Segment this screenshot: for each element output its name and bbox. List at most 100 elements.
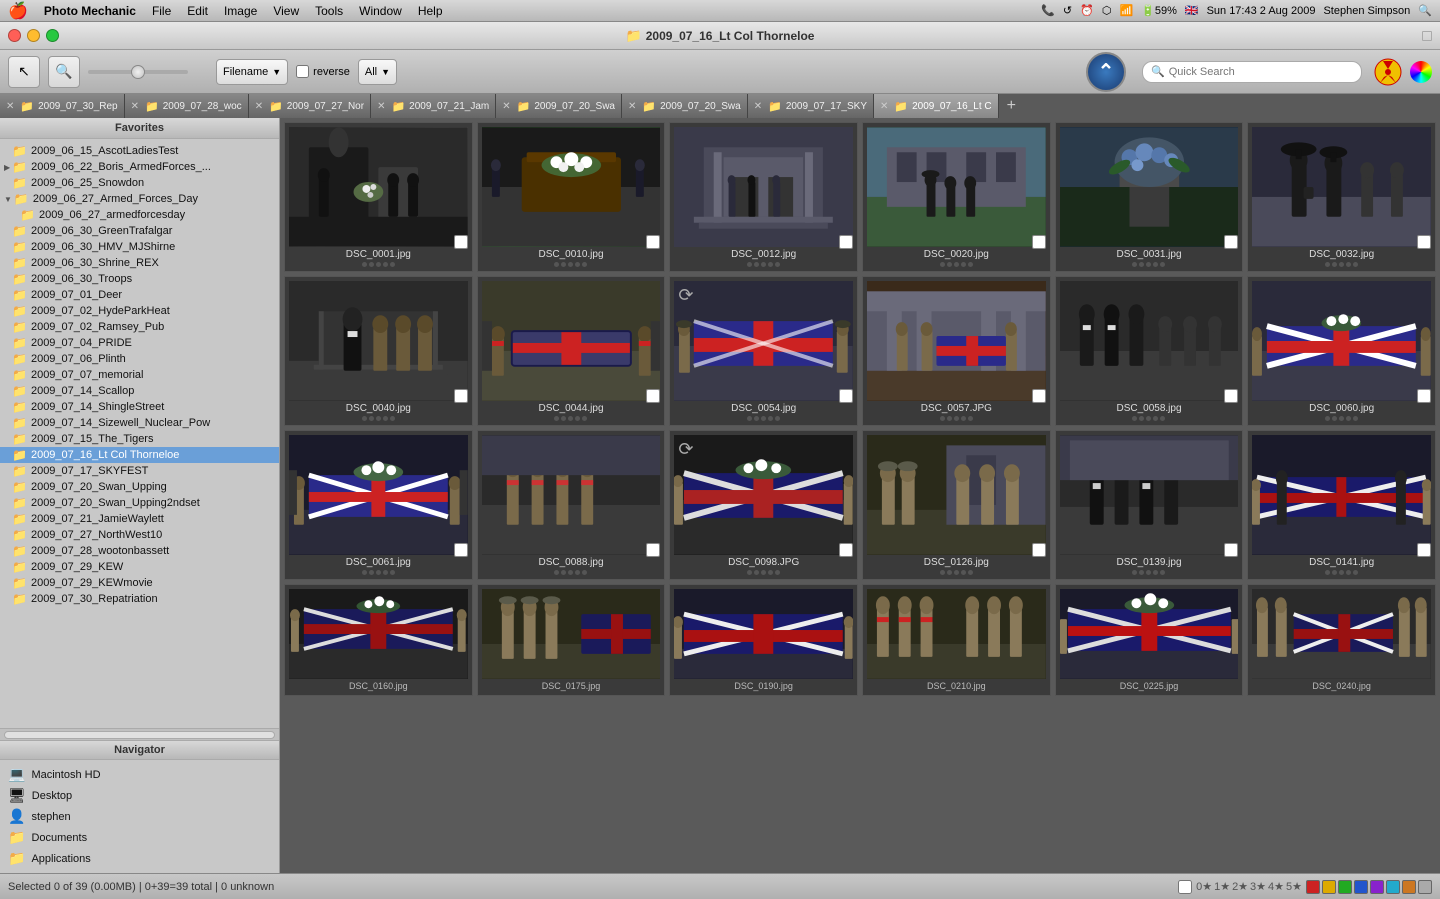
- tab-close-1[interactable]: ✕: [6, 101, 14, 112]
- photo-cell-21[interactable]: DSC_0210.jpg: [862, 584, 1051, 696]
- sidebar-item-25[interactable]: 📁 2009_07_28_wootonbassett: [0, 543, 279, 559]
- add-tab-button[interactable]: +: [999, 94, 1024, 118]
- photo-checkbox-7[interactable]: [646, 389, 660, 403]
- photo-checkbox-17[interactable]: [1417, 543, 1431, 557]
- photo-checkbox-14[interactable]: [839, 543, 853, 557]
- photo-cell-16[interactable]: DSC_0139.jpg: [1055, 430, 1244, 580]
- help-menu[interactable]: Help: [418, 4, 443, 18]
- photo-cell-1[interactable]: DSC_0010.jpg: [477, 122, 666, 272]
- swatch-orange[interactable]: [1402, 880, 1416, 894]
- photo-cell-14[interactable]: ⟳ DSC_0098.JPG: [669, 430, 858, 580]
- photo-checkbox-15[interactable]: [1032, 543, 1046, 557]
- photo-checkbox-0[interactable]: [454, 235, 468, 249]
- sidebar-item-22[interactable]: 📁 2009_07_20_Swan_Upping2ndset: [0, 495, 279, 511]
- magnify-tool-button[interactable]: 🔍: [48, 56, 80, 88]
- photo-content[interactable]: DSC_0001.jpg: [280, 118, 1440, 873]
- photo-cell-13[interactable]: DSC_0088.jpg: [477, 430, 666, 580]
- photo-cell-10[interactable]: DSC_0058.jpg: [1055, 276, 1244, 426]
- sidebar-item-12[interactable]: 📁 2009_07_04_PRIDE: [0, 335, 279, 351]
- sidebar-item-27[interactable]: 📁 2009_07_29_KEWmovie: [0, 575, 279, 591]
- nav-stephen[interactable]: 👤 stephen: [0, 806, 279, 827]
- sidebar-item-21[interactable]: 📁 2009_07_20_Swan_Upping: [0, 479, 279, 495]
- photo-cell-2[interactable]: DSC_0012.jpg: [669, 122, 858, 272]
- sidebar-item-15[interactable]: 📁 2009_07_14_Scallop: [0, 383, 279, 399]
- tab-2009-07-21[interactable]: ✕ 📁 2009_07_21_Jam: [371, 94, 496, 118]
- sidebar-item-23[interactable]: 📁 2009_07_21_JamieWaylett: [0, 511, 279, 527]
- star-0[interactable]: 0★: [1196, 880, 1212, 893]
- sidebar-item-14[interactable]: 📁 2009_07_07_memorial: [0, 367, 279, 383]
- tab-2009-07-27[interactable]: ✕ 📁 2009_07_27_Nor: [249, 94, 371, 118]
- star-5[interactable]: 5★: [1286, 880, 1302, 893]
- tab-close-4[interactable]: ✕: [377, 101, 385, 112]
- photo-cell-7[interactable]: DSC_0044.jpg: [477, 276, 666, 426]
- sidebar-item-6[interactable]: 📁 2009_06_30_HMV_MJShirne: [0, 239, 279, 255]
- star-1[interactable]: 1★: [1214, 880, 1230, 893]
- swatch-purple[interactable]: [1370, 880, 1384, 894]
- sidebar-item-18[interactable]: 📁 2009_07_15_The_Tigers: [0, 431, 279, 447]
- photo-cell-19[interactable]: DSC_0175.jpg: [477, 584, 666, 696]
- swatch-cyan[interactable]: [1386, 880, 1400, 894]
- image-menu[interactable]: Image: [224, 4, 257, 18]
- sidebar-tree[interactable]: 📁 2009_06_15_AscotLadiesTest ▶ 📁 2009_06…: [0, 139, 279, 728]
- photo-cell-12[interactable]: DSC_0061.jpg: [284, 430, 473, 580]
- sidebar-item-24[interactable]: 📁 2009_07_27_NorthWest10: [0, 527, 279, 543]
- sidebar-item-4[interactable]: 📁 2009_06_27_armedforcesday: [0, 207, 279, 223]
- photo-checkbox-9[interactable]: [1032, 389, 1046, 403]
- photo-cell-15[interactable]: DSC_0126.jpg: [862, 430, 1051, 580]
- sidebar-scrollbar[interactable]: [0, 728, 279, 740]
- nav-applications[interactable]: 📁 Applications: [0, 848, 279, 869]
- photo-checkbox-2[interactable]: [839, 235, 853, 249]
- zoom-slider[interactable]: [88, 70, 188, 74]
- swatch-yellow[interactable]: [1322, 880, 1336, 894]
- sidebar-item-3[interactable]: ▼ 📁 2009_06_27_Armed_Forces_Day: [0, 191, 279, 207]
- photo-checkbox-11[interactable]: [1417, 389, 1431, 403]
- cursor-tool-button[interactable]: ↖: [8, 56, 40, 88]
- photo-checkbox-6[interactable]: [454, 389, 468, 403]
- status-checkbox[interactable]: [1178, 880, 1192, 894]
- photo-cell-4[interactable]: DSC_0031.jpg: [1055, 122, 1244, 272]
- photo-cell-18[interactable]: DSC_0160.jpg: [284, 584, 473, 696]
- photo-checkbox-8[interactable]: [839, 389, 853, 403]
- color-wheel-icon[interactable]: [1410, 61, 1432, 83]
- nav-documents[interactable]: 📁 Documents: [0, 827, 279, 848]
- photo-cell-23[interactable]: DSC_0240.jpg: [1247, 584, 1436, 696]
- file-menu[interactable]: File: [152, 4, 171, 18]
- star-2[interactable]: 2★: [1232, 880, 1248, 893]
- photo-cell-5[interactable]: DSC_0032.jpg: [1247, 122, 1436, 272]
- sidebar-scroll-track[interactable]: [4, 731, 275, 739]
- swatch-blue[interactable]: [1354, 880, 1368, 894]
- sidebar-item-19-selected[interactable]: 📁 2009_07_16_Lt Col Thorneloe: [0, 447, 279, 463]
- sidebar-item-5[interactable]: 📁 2009_06_30_GreenTrafalgar: [0, 223, 279, 239]
- view-menu[interactable]: View: [273, 4, 299, 18]
- swatch-green[interactable]: [1338, 880, 1352, 894]
- sidebar-item-11[interactable]: 📁 2009_07_02_Ramsey_Pub: [0, 319, 279, 335]
- swatch-red[interactable]: [1306, 880, 1320, 894]
- tab-2009-07-30[interactable]: ✕ 📁 2009_07_30_Rep: [0, 94, 125, 118]
- minimize-button[interactable]: [27, 29, 40, 42]
- tab-close-3[interactable]: ✕: [255, 101, 263, 112]
- all-dropdown[interactable]: All ▼: [358, 59, 397, 85]
- sidebar-item-28[interactable]: 📁 2009_07_30_Repatriation: [0, 591, 279, 607]
- tools-menu[interactable]: Tools: [315, 4, 343, 18]
- sidebar-item-17[interactable]: 📁 2009_07_14_Sizewell_Nuclear_Pow: [0, 415, 279, 431]
- sidebar-item-9[interactable]: 📁 2009_07_01_Deer: [0, 287, 279, 303]
- photo-checkbox-3[interactable]: [1032, 235, 1046, 249]
- sidebar-item-8[interactable]: 📁 2009_06_30_Troops: [0, 271, 279, 287]
- sidebar-item-10[interactable]: 📁 2009_07_02_HydeParkHeat: [0, 303, 279, 319]
- star-4[interactable]: 4★: [1268, 880, 1284, 893]
- window-menu[interactable]: Window: [359, 4, 402, 18]
- photo-cell-20[interactable]: DSC_0190.jpg: [669, 584, 858, 696]
- close-button[interactable]: [8, 29, 21, 42]
- tab-close-5[interactable]: ✕: [502, 101, 510, 112]
- quick-search-input[interactable]: [1169, 66, 1353, 78]
- sidebar-item-16[interactable]: 📁 2009_07_14_ShingleStreet: [0, 399, 279, 415]
- tab-2009-07-28[interactable]: ✕ 📁 2009_07_28_woc: [125, 94, 249, 118]
- nav-macintosh-hd[interactable]: 💻 Macintosh HD: [0, 764, 279, 785]
- tab-2009-07-17[interactable]: ✕ 📁 2009_07_17_SKY: [748, 94, 874, 118]
- tab-close-8[interactable]: ✕: [880, 101, 888, 112]
- photo-checkbox-1[interactable]: [646, 235, 660, 249]
- tab-2009-07-20b[interactable]: ✕ 📁 2009_07_20_Swa: [622, 94, 748, 118]
- sidebar-item-7[interactable]: 📁 2009_06_30_Shrine_REX: [0, 255, 279, 271]
- menubar-search-icon[interactable]: 🔍: [1418, 4, 1432, 17]
- photo-cell-3[interactable]: DSC_0020.jpg: [862, 122, 1051, 272]
